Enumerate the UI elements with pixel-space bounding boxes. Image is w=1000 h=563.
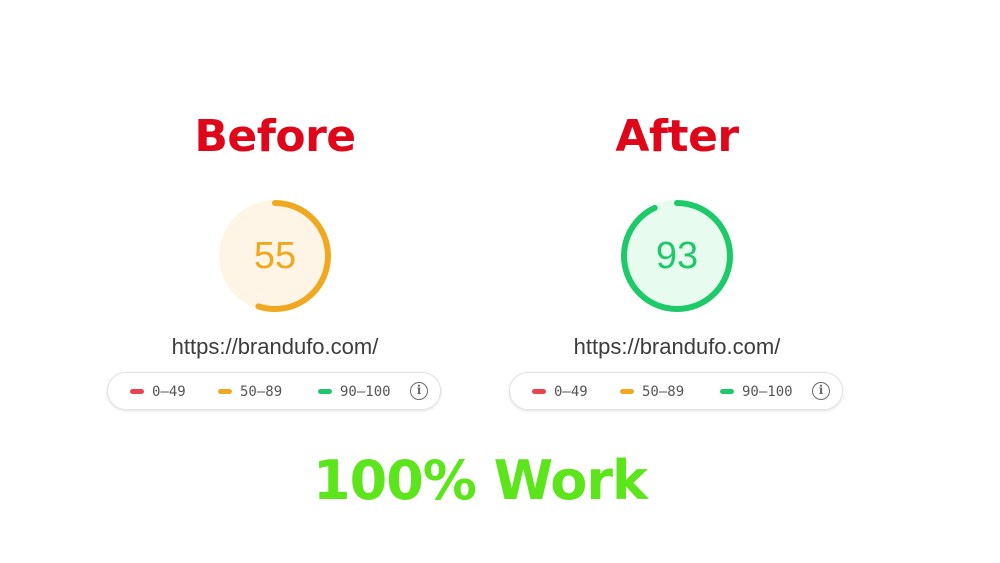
legend-pass-range: 90–100 [720,373,793,411]
before-url: https://brandufo.com/ [171,334,379,359]
legend-average-range: 50–89 [218,373,282,411]
average-swatch [620,388,634,394]
pass-swatch [720,388,734,394]
legend-pass-label: 90–100 [340,384,391,400]
after-score-value: 93 [655,235,699,277]
legend-fail-label: 0–49 [152,384,186,400]
before-score-value: 55 [253,235,297,277]
after-url: https://brandufo.com/ [573,334,781,359]
comparison-page: Before 55 https://brandufo.com/ 0–49 50–… [0,0,1000,563]
legend-fail-range: 0–49 [130,373,186,411]
legend-pass-label: 90–100 [742,384,793,400]
fail-swatch [130,388,144,394]
legend-average-range: 50–89 [620,373,684,411]
before-heading: Before [194,111,356,162]
legend-fail-label: 0–49 [554,384,588,400]
after-score-legend: 0–49 50–89 90–100 i [509,372,843,410]
footer-tagline: 100% Work [313,449,648,512]
legend-average-label: 50–89 [642,384,685,400]
legend-pass-range: 90–100 [318,373,391,411]
after-score-gauge: 93 [617,196,737,316]
before-panel: Before 55 https://brandufo.com/ 0–49 50–… [95,0,455,420]
info-icon[interactable]: i [410,382,428,400]
average-swatch [218,388,232,394]
pass-swatch [318,388,332,394]
fail-swatch [532,388,546,394]
legend-average-label: 50–89 [240,384,283,400]
legend-fail-range: 0–49 [532,373,588,411]
info-icon[interactable]: i [812,382,830,400]
before-score-gauge: 55 [215,196,335,316]
after-heading: After [615,111,739,162]
before-score-legend: 0–49 50–89 90–100 i [107,372,441,410]
after-panel: After 93 https://brandufo.com/ 0–49 50–8… [497,0,857,420]
